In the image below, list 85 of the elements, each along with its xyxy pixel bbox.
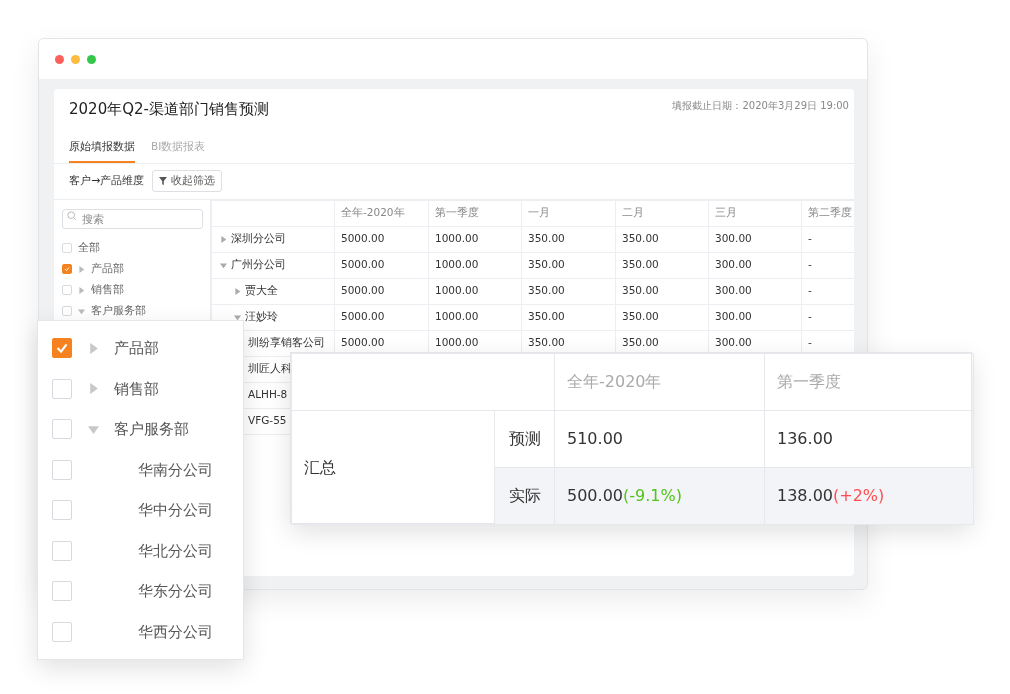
- change-text: (+2%): [833, 486, 885, 505]
- checkbox[interactable]: [62, 306, 72, 317]
- table-cell: 1000.00: [428, 226, 522, 253]
- caret-icon[interactable]: [220, 261, 227, 269]
- row-label: 实际: [494, 467, 555, 525]
- window-title: 2020年Q2-渠道部门销售预测: [69, 99, 269, 120]
- table-cell: 350.00: [521, 226, 616, 253]
- checkbox[interactable]: [52, 621, 72, 642]
- value-text: 136.00: [777, 429, 833, 448]
- search-field[interactable]: 搜索: [62, 208, 203, 229]
- sidebar-item[interactable]: 产品部: [91, 261, 124, 278]
- column-header: 全年-2020年: [554, 353, 765, 411]
- filter-item[interactable]: 华北分公司: [138, 539, 213, 562]
- column-header: 第一季度: [764, 353, 974, 411]
- column-header: 第一季度: [428, 200, 522, 227]
- row-label: 预测: [494, 410, 555, 468]
- table-cell: 1000.00: [428, 278, 522, 305]
- close-dot[interactable]: [55, 54, 64, 64]
- minimize-dot[interactable]: [71, 54, 80, 64]
- table-cell: 300.00: [708, 278, 802, 305]
- checkbox[interactable]: [52, 338, 72, 359]
- table-cell: 350.00: [615, 278, 709, 305]
- table-cell: 300.00: [708, 304, 802, 331]
- filter-item[interactable]: 华南分公司: [138, 458, 213, 481]
- filter-item[interactable]: 产品部: [114, 337, 159, 360]
- column-header: 第二季度: [801, 200, 854, 227]
- sidebar-item[interactable]: 销售部: [91, 282, 124, 299]
- table-cell: 1000.00: [428, 252, 522, 279]
- deadline-text: 填报截止日期：2020年3月29日 19:00: [672, 99, 849, 113]
- checkbox[interactable]: [52, 378, 72, 399]
- tab[interactable]: 原始填报数据: [69, 139, 135, 163]
- group-label: 汇总: [291, 410, 495, 525]
- caret-icon[interactable]: [87, 342, 99, 354]
- table-cell: 350.00: [615, 226, 709, 253]
- check-icon: [63, 265, 71, 274]
- caret-icon[interactable]: [78, 286, 85, 294]
- caret-icon[interactable]: [234, 313, 241, 321]
- row-label[interactable]: VFG-55: [248, 413, 287, 430]
- table-cell: 300.00: [708, 226, 802, 253]
- table-cell: 5000.00: [334, 226, 429, 253]
- column-header: 二月: [615, 200, 709, 227]
- caret-icon[interactable]: [78, 265, 85, 273]
- filter-icon: [159, 177, 168, 186]
- maximize-dot[interactable]: [87, 54, 96, 64]
- table-cell: 350.00: [521, 304, 616, 331]
- table-cell: 350.00: [615, 252, 709, 279]
- row-label[interactable]: 汪妙玲: [245, 309, 278, 325]
- value-text: 138.00: [777, 486, 833, 505]
- table-cell: 5000.00: [334, 252, 429, 279]
- column-header: 一月: [521, 200, 616, 227]
- sidebar-item[interactable]: 全部: [78, 240, 100, 257]
- column-header: 三月: [708, 200, 802, 227]
- checkbox[interactable]: [52, 459, 72, 480]
- caret-icon[interactable]: [234, 287, 241, 295]
- dimension-label: 客户→产品维度: [69, 173, 145, 189]
- checkbox[interactable]: [62, 243, 72, 254]
- filter-item[interactable]: 销售部: [114, 377, 159, 400]
- table-cell: 5000.00: [334, 304, 429, 331]
- row-label[interactable]: 贾大全: [245, 283, 278, 299]
- change-text: (-9.1%): [623, 486, 682, 505]
- caret-icon[interactable]: [78, 307, 85, 315]
- caret-icon[interactable]: [87, 423, 99, 435]
- checkbox[interactable]: [52, 540, 72, 561]
- value-text: 500.00: [567, 486, 623, 505]
- checkbox[interactable]: [52, 419, 72, 440]
- table-cell: 350.00: [521, 278, 616, 305]
- table-cell: 5000.00: [334, 278, 429, 305]
- caret-icon[interactable]: [87, 383, 99, 395]
- table-cell: 350.00: [521, 252, 616, 279]
- value-text: 510.00: [567, 429, 623, 448]
- filter-item[interactable]: 华东分公司: [138, 580, 213, 603]
- caret-icon[interactable]: [220, 235, 227, 243]
- checkbox[interactable]: [62, 264, 72, 275]
- collapse-filter-button[interactable]: 收起筛选: [152, 170, 223, 193]
- checkbox[interactable]: [62, 285, 72, 296]
- table-cell: 350.00: [615, 304, 709, 331]
- filter-item[interactable]: 华中分公司: [138, 499, 213, 522]
- sidebar-item[interactable]: 客户服务部: [91, 303, 146, 320]
- table-cell: 300.00: [708, 252, 802, 279]
- checkbox[interactable]: [52, 500, 72, 521]
- table-cell: 1000.00: [428, 304, 522, 331]
- column-header: 全年-2020年: [334, 200, 429, 227]
- filter-item[interactable]: 客户服务部: [114, 418, 189, 441]
- filter-item[interactable]: 华西分公司: [138, 620, 213, 643]
- checkbox[interactable]: [52, 581, 72, 602]
